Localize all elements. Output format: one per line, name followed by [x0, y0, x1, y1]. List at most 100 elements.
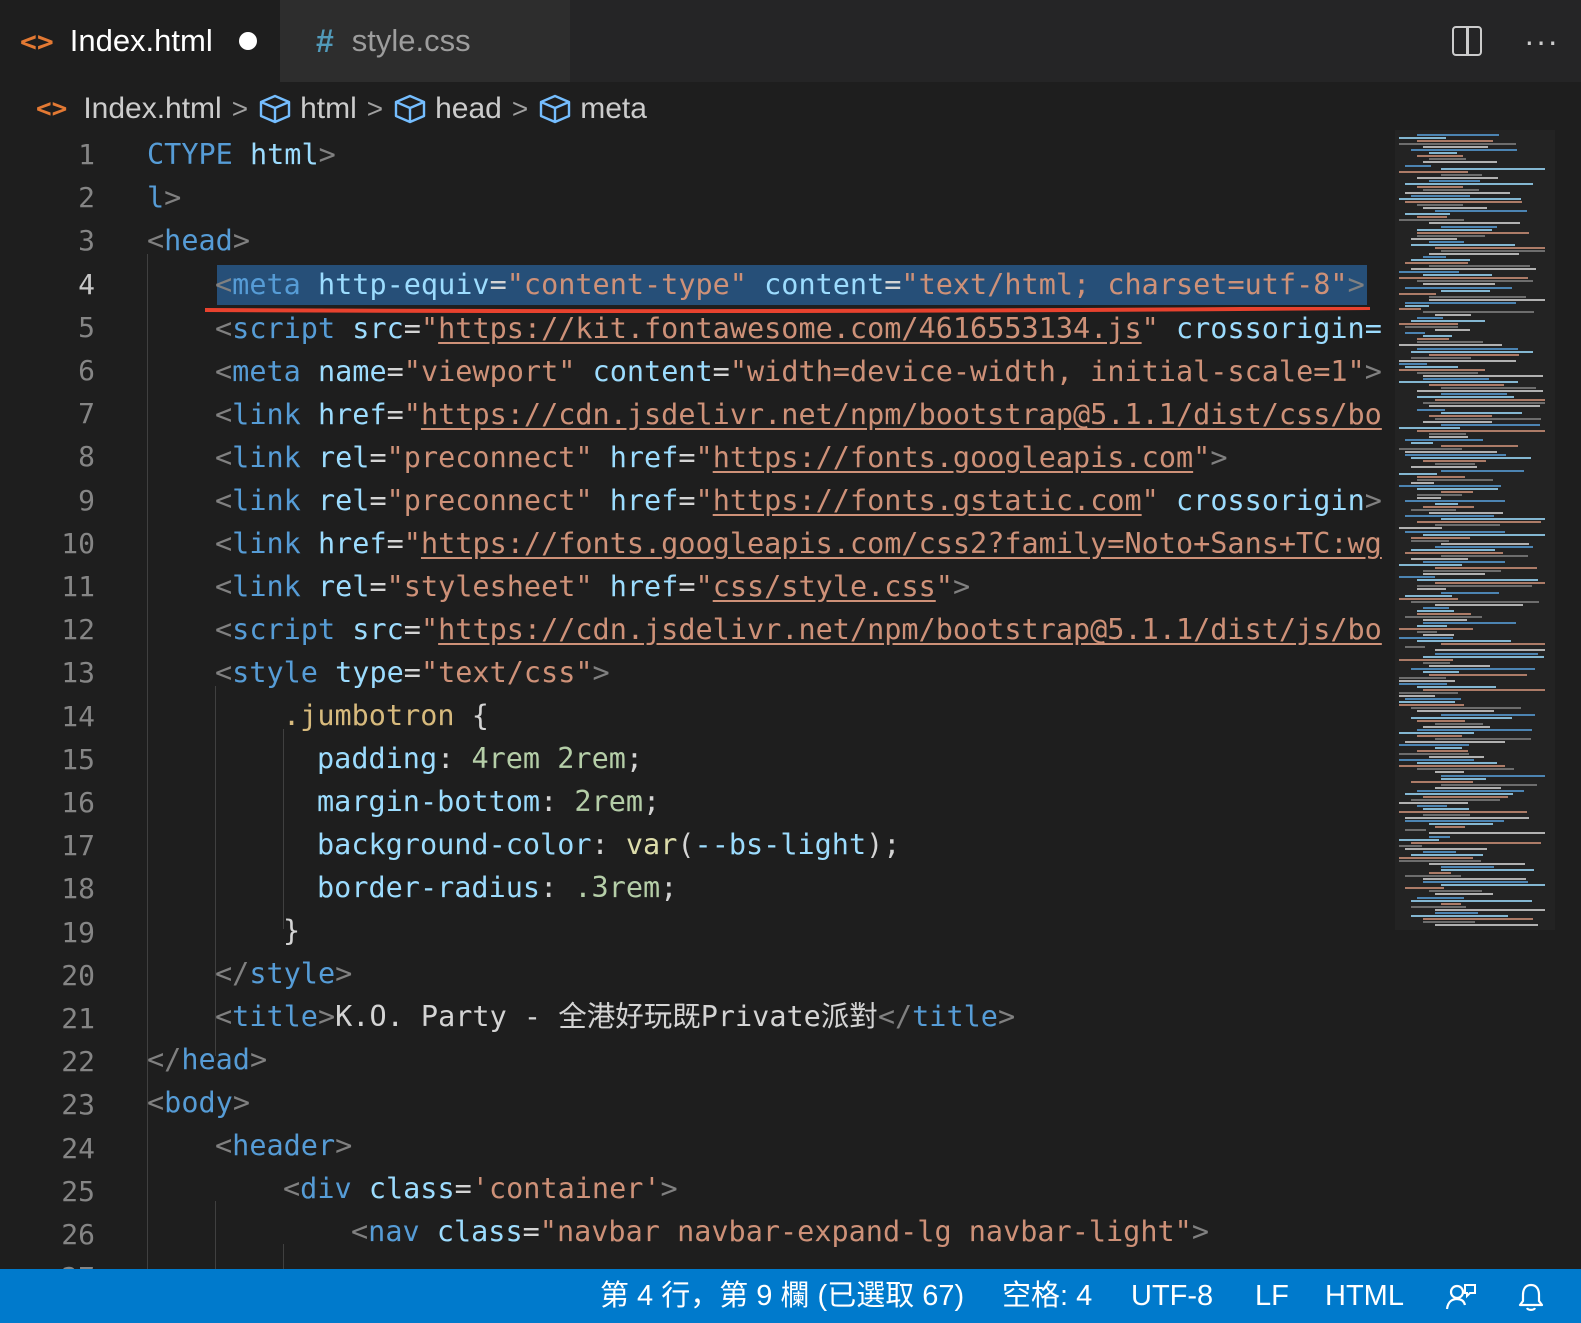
unsaved-dot-icon[interactable] [238, 32, 257, 50]
minimap-line [1417, 789, 1524, 792]
code-line-23: <body> [147, 1086, 250, 1119]
minimap[interactable] [1395, 130, 1555, 1269]
minimap-line [1429, 252, 1520, 255]
more-actions-icon[interactable]: ··· [1524, 23, 1559, 60]
minimap-line [1429, 152, 1458, 155]
minimap-line [1441, 393, 1507, 396]
minimap-line [1423, 506, 1474, 509]
minimap-line [1405, 887, 1445, 890]
line-number: 23 [61, 1088, 95, 1122]
eol-setting[interactable]: LF [1255, 1269, 1289, 1323]
minimap-line [1429, 222, 1521, 225]
minimap-line [1399, 472, 1437, 475]
minimap-line [1435, 893, 1493, 896]
minimap-line [1399, 368, 1486, 371]
minimap-line [1423, 878, 1527, 881]
feedback-icon[interactable] [1445, 1281, 1477, 1313]
code-editor[interactable]: 1 2 3 4 5 6 7 8 9 10 11 12 13 14 15 16 17 18 19 20 21 22 23 24 2… [0, 136, 1395, 1269]
language-mode[interactable]: HTML [1325, 1269, 1404, 1323]
minimap-line [1441, 445, 1518, 448]
minimap-line [1435, 246, 1545, 249]
minimap-line [1417, 719, 1465, 722]
line-number: 7 [78, 397, 95, 431]
indent-guide [283, 1244, 284, 1269]
minimap-line [1429, 823, 1493, 826]
line-number: 8 [78, 440, 95, 474]
minimap-line [1411, 149, 1517, 152]
minimap-line [1423, 533, 1545, 536]
code-line-12: <script src="https://cdn.jsdelivr.net/np… [215, 613, 1382, 646]
minimap-line [1441, 902, 1462, 905]
minimap-line [1405, 551, 1503, 554]
minimap-line [1423, 274, 1492, 277]
cursor-position[interactable]: 第 4 行，第 9 欄 (已選取 67) [600, 1269, 964, 1323]
minimap-line [1429, 664, 1490, 667]
minimap-line [1417, 155, 1463, 158]
minimap-line [1423, 570, 1501, 573]
chevron-right-icon: > [511, 93, 529, 124]
minimap-line [1423, 850, 1457, 853]
minimap-line [1441, 869, 1535, 872]
tab-bar: <> Index.html # style.css ··· [0, 0, 1581, 82]
minimap-line [1399, 637, 1453, 640]
minimap-line [1399, 692, 1458, 695]
minimap-line [1429, 432, 1466, 435]
code-line-9: <link rel="preconnect" href="https://fon… [215, 484, 1382, 517]
notifications-bell-icon[interactable] [1515, 1281, 1547, 1313]
minimap-line [1423, 814, 1471, 817]
minimap-line [1417, 585, 1533, 588]
minimap-line [1441, 713, 1535, 716]
minimap-line [1423, 402, 1545, 405]
minimap-line [1417, 493, 1462, 496]
line-number: 27 [0, 1256, 95, 1269]
minimap-line [1429, 512, 1504, 515]
minimap-line [1399, 838, 1440, 841]
vertical-scrollbar[interactable] [1560, 130, 1581, 1269]
minimap-line [1399, 271, 1459, 274]
minimap-line [1417, 234, 1486, 237]
minimap-line [1417, 612, 1471, 615]
breadcrumb-item-html[interactable]: html [300, 92, 357, 126]
tab-style-css[interactable]: # style.css [280, 0, 570, 82]
minimap-line [1405, 164, 1431, 167]
minimap-line [1417, 390, 1544, 393]
minimap-line [1417, 478, 1494, 481]
minimap-line [1405, 792, 1513, 795]
minimap-line [1399, 323, 1459, 326]
minimap-line [1441, 469, 1524, 472]
minimap-line [1399, 801, 1469, 804]
minimap-line [1441, 173, 1482, 176]
minimap-line [1405, 213, 1450, 216]
minimap-line [1411, 716, 1513, 719]
minimap-line [1405, 365, 1459, 368]
tab-index-html[interactable]: <> Index.html [0, 0, 280, 82]
minimap-line [1399, 695, 1435, 698]
minimap-line [1411, 195, 1470, 197]
minimap-line [1435, 747, 1463, 750]
minimap-line [1417, 341, 1483, 344]
minimap-line [1417, 521, 1542, 524]
minimap-line [1423, 920, 1476, 923]
indentation-setting[interactable]: 空格: 4 [1002, 1269, 1092, 1323]
line-number: 6 [78, 354, 95, 387]
minimap-line [1417, 140, 1493, 143]
breadcrumb-item-meta[interactable]: meta [580, 92, 647, 126]
minimap-line [1417, 317, 1443, 319]
minimap-line [1441, 289, 1491, 292]
encoding-setting[interactable]: UTF-8 [1131, 1269, 1213, 1323]
line-number: 2 [78, 181, 95, 215]
minimap-line [1417, 185, 1463, 188]
minimap-line [1399, 381, 1518, 384]
minimap-line [1417, 204, 1463, 207]
minimap-line [1411, 539, 1449, 542]
split-editor-icon[interactable] [1452, 26, 1483, 56]
breadcrumb-item-head[interactable]: head [435, 92, 502, 126]
minimap-line [1405, 182, 1534, 185]
breadcrumb-file[interactable]: Index.html [83, 92, 221, 126]
code-line-26: <nav class="navbar navbar-expand-lg navb… [351, 1215, 1209, 1248]
code-line-5: <script src="https://kit.fontawesome.com… [215, 312, 1382, 345]
code-line-11: <link rel="stylesheet" href="css/style.c… [215, 570, 971, 603]
minimap-line [1435, 210, 1527, 213]
minimap-line [1423, 573, 1486, 576]
minimap-line [1417, 805, 1447, 807]
